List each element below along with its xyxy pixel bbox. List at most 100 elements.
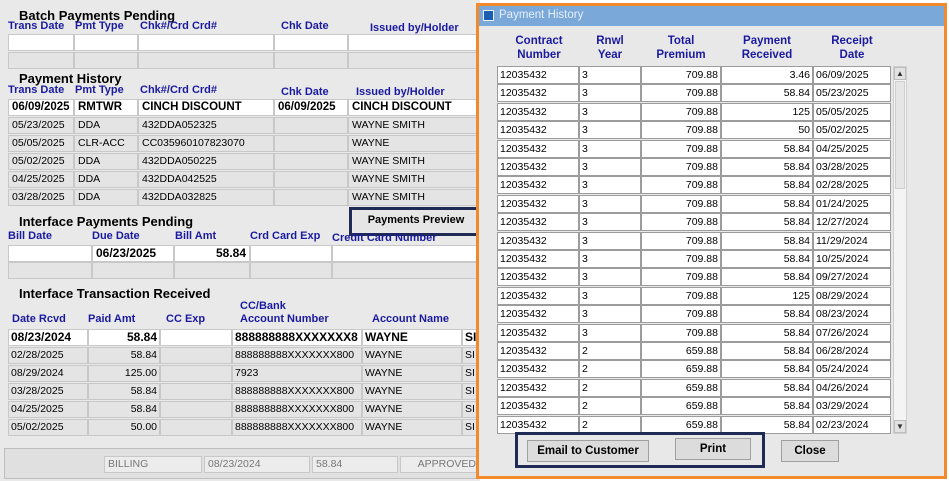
- rnwl-year-cell[interactable]: 3: [579, 305, 641, 324]
- ph-chk-date-cell[interactable]: [274, 117, 348, 134]
- ir-date-cell[interactable]: 05/02/2025: [8, 419, 88, 436]
- ir-account-number-cell[interactable]: 888888888XXXXXXX800: [232, 401, 362, 418]
- ir-cc-exp-cell[interactable]: [160, 347, 232, 364]
- payment-received-cell[interactable]: 58.84: [721, 305, 813, 324]
- ip-card-number-field[interactable]: [332, 245, 480, 262]
- rnwl-year-cell[interactable]: 2: [579, 378, 641, 397]
- ir-date-cell[interactable]: 08/29/2024: [8, 365, 88, 382]
- receipt-date-cell[interactable]: 12/27/2024: [813, 213, 891, 232]
- receipt-date-cell[interactable]: 06/09/2025: [813, 66, 891, 84]
- scroll-down-icon[interactable]: ▼: [894, 420, 906, 433]
- ir-cc-exp-cell[interactable]: [160, 329, 232, 346]
- batch-field[interactable]: [348, 52, 480, 69]
- ph-pmt-type-cell[interactable]: DDA: [74, 117, 138, 134]
- ph-trans-date-cell[interactable]: 06/09/2025: [8, 99, 74, 116]
- payment-received-cell[interactable]: 125: [721, 102, 813, 121]
- ir-account-name-cell[interactable]: WAYNE: [362, 419, 462, 436]
- receipt-date-cell[interactable]: 02/23/2024: [813, 415, 891, 434]
- close-button[interactable]: Close: [781, 440, 839, 462]
- contract-number-cell[interactable]: 12035432: [497, 139, 579, 158]
- total-premium-cell[interactable]: 709.88: [641, 194, 721, 213]
- ph-trans-date-cell[interactable]: 03/28/2025: [8, 189, 74, 206]
- ph-chk-cell[interactable]: CINCH DISCOUNT: [138, 99, 274, 116]
- payment-received-cell[interactable]: 58.84: [721, 84, 813, 103]
- ip-field[interactable]: [92, 262, 174, 279]
- total-premium-cell[interactable]: 709.88: [641, 84, 721, 103]
- payment-received-cell[interactable]: 58.84: [721, 158, 813, 176]
- rnwl-year-cell[interactable]: 3: [579, 286, 641, 305]
- receipt-date-cell[interactable]: 05/05/2025: [813, 102, 891, 121]
- ip-bill-date-field[interactable]: [8, 245, 92, 262]
- receipt-date-cell[interactable]: 04/26/2024: [813, 378, 891, 397]
- ph-chk-date-cell[interactable]: [274, 189, 348, 206]
- receipt-date-cell[interactable]: 02/28/2025: [813, 176, 891, 195]
- rnwl-year-cell[interactable]: 3: [579, 231, 641, 250]
- ph-chk-cell[interactable]: CC035960107823070: [138, 135, 274, 152]
- print-button[interactable]: Print: [675, 438, 751, 460]
- receipt-date-cell[interactable]: 06/28/2024: [813, 342, 891, 360]
- total-premium-cell[interactable]: 709.88: [641, 231, 721, 250]
- ph-chk-cell[interactable]: 432DDA052325: [138, 117, 274, 134]
- batch-field[interactable]: [8, 52, 74, 69]
- contract-number-cell[interactable]: 12035432: [497, 84, 579, 103]
- total-premium-cell[interactable]: 709.88: [641, 305, 721, 324]
- total-premium-cell[interactable]: 709.88: [641, 323, 721, 342]
- ph-chk-date-cell[interactable]: [274, 135, 348, 152]
- rnwl-year-cell[interactable]: 3: [579, 176, 641, 195]
- ip-due-date-field[interactable]: 06/23/2025: [92, 245, 174, 262]
- batch-field[interactable]: [138, 34, 274, 51]
- ir-account-number-cell[interactable]: 7923: [232, 365, 362, 382]
- contract-number-cell[interactable]: 12035432: [497, 305, 579, 324]
- ph-issued-cell[interactable]: WAYNE SMITH: [348, 117, 480, 134]
- contract-number-cell[interactable]: 12035432: [497, 378, 579, 397]
- contract-number-cell[interactable]: 12035432: [497, 250, 579, 268]
- total-premium-cell[interactable]: 659.88: [641, 415, 721, 434]
- scroll-up-icon[interactable]: ▲: [894, 67, 906, 80]
- contract-number-cell[interactable]: 12035432: [497, 286, 579, 305]
- batch-field[interactable]: [274, 52, 348, 69]
- contract-number-cell[interactable]: 12035432: [497, 268, 579, 287]
- ph-issued-cell[interactable]: WAYNE SMITH: [348, 171, 480, 188]
- ir-cc-exp-cell[interactable]: [160, 419, 232, 436]
- ph-trans-date-cell[interactable]: 05/05/2025: [8, 135, 74, 152]
- ph-trans-date-cell[interactable]: 05/02/2025: [8, 153, 74, 170]
- contract-number-cell[interactable]: 12035432: [497, 158, 579, 176]
- receipt-date-cell[interactable]: 05/23/2025: [813, 84, 891, 103]
- ph-trans-date-cell[interactable]: 05/23/2025: [8, 117, 74, 134]
- total-premium-cell[interactable]: 659.88: [641, 397, 721, 416]
- ir-paid-amt-cell[interactable]: 58.84: [88, 329, 160, 346]
- ir-paid-amt-cell[interactable]: 125.00: [88, 365, 160, 382]
- rnwl-year-cell[interactable]: 3: [579, 139, 641, 158]
- contract-number-cell[interactable]: 12035432: [497, 397, 579, 416]
- contract-number-cell[interactable]: 12035432: [497, 66, 579, 84]
- ir-cc-exp-cell[interactable]: [160, 365, 232, 382]
- ph-chk-cell[interactable]: 432DDA032825: [138, 189, 274, 206]
- rnwl-year-cell[interactable]: 3: [579, 121, 641, 140]
- batch-field[interactable]: [74, 52, 138, 69]
- payment-received-cell[interactable]: 58.84: [721, 342, 813, 360]
- email-to-customer-button[interactable]: Email to Customer: [527, 440, 649, 462]
- ir-account-number-cell[interactable]: 888888888XXXXXXX800: [232, 383, 362, 400]
- grid-scrollbar[interactable]: ▲ ▼: [893, 66, 907, 434]
- total-premium-cell[interactable]: 709.88: [641, 250, 721, 268]
- ph-chk-date-cell[interactable]: [274, 171, 348, 188]
- batch-field[interactable]: [74, 34, 138, 51]
- ph-chk-date-cell[interactable]: 06/09/2025: [274, 99, 348, 116]
- payment-received-cell[interactable]: 58.84: [721, 231, 813, 250]
- batch-field[interactable]: [348, 34, 480, 51]
- receipt-date-cell[interactable]: 05/24/2024: [813, 360, 891, 379]
- ph-issued-cell[interactable]: WAYNE SMITH: [348, 189, 480, 206]
- payments-preview-button[interactable]: Payments Preview: [353, 210, 479, 232]
- rnwl-year-cell[interactable]: 2: [579, 415, 641, 434]
- total-premium-cell[interactable]: 659.88: [641, 360, 721, 379]
- rnwl-year-cell[interactable]: 2: [579, 342, 641, 360]
- rnwl-year-cell[interactable]: 3: [579, 323, 641, 342]
- contract-number-cell[interactable]: 12035432: [497, 102, 579, 121]
- payment-received-cell[interactable]: 58.84: [721, 415, 813, 434]
- payment-received-cell[interactable]: 58.84: [721, 360, 813, 379]
- total-premium-cell[interactable]: 709.88: [641, 158, 721, 176]
- contract-number-cell[interactable]: 12035432: [497, 213, 579, 232]
- rnwl-year-cell[interactable]: 3: [579, 158, 641, 176]
- receipt-date-cell[interactable]: 03/28/2025: [813, 158, 891, 176]
- ph-pmt-type-cell[interactable]: DDA: [74, 153, 138, 170]
